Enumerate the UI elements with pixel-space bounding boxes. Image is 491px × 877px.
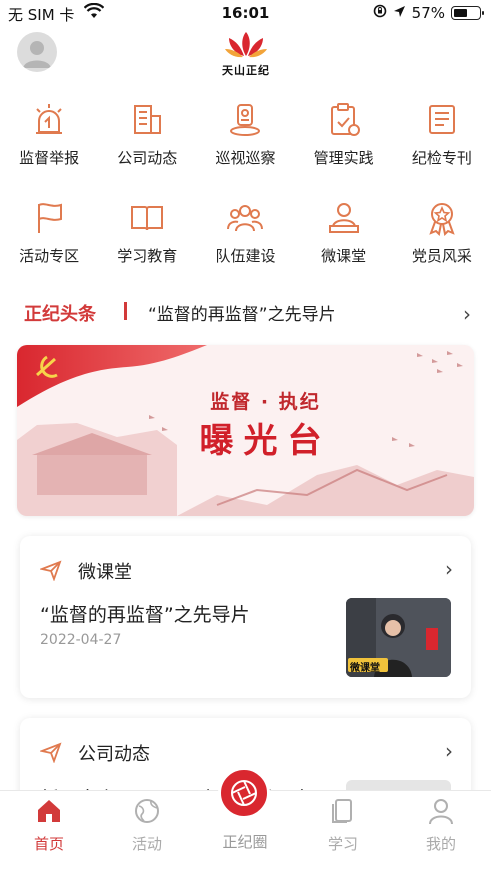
headline-tag: 正纪头条 [24,304,96,325]
menu-item-activity[interactable]: 活动专区 [0,194,98,292]
menu-label: 活动专区 [19,247,80,265]
app-logo: 天山正纪 [218,28,274,78]
banner-title: 曝光台 [199,421,332,461]
headline-text[interactable]: “监督的再监督”之先导片 [148,300,336,325]
menu-item-inspection[interactable]: 巡视巡察 [196,96,294,194]
lecturer-icon [328,203,359,233]
clipboard-check-icon [330,103,360,136]
card-header[interactable]: 公司动态 › [20,738,471,766]
chevron-right-icon[interactable]: › [445,739,453,763]
home-icon [38,800,60,822]
tab-label: 首页 [33,835,64,853]
building-icon [134,105,162,134]
status-bar: 无 SIM 卡 16:01 57% [0,0,491,28]
menu-item-education[interactable]: 学习教育 [98,194,196,292]
menu-item-management[interactable]: 管理实践 [295,96,393,194]
flag-icon [38,203,63,233]
banner-subtitle: 监督 · 执纪 [210,391,321,413]
aperture-icon [231,780,257,806]
menu-label: 学习教育 [117,247,178,265]
user-silhouette-icon [23,41,51,68]
battery-icon [451,6,484,20]
menu-label: 党员风采 [411,247,472,265]
inspector-icon [230,104,261,136]
battery-percent: 57% [411,4,445,22]
tab-label: 我的 [425,835,456,853]
globe-icon [135,799,159,823]
card-header[interactable]: 微课堂 › [20,556,471,584]
tab-activity[interactable]: 活动 [98,791,196,877]
book-icon [332,799,352,823]
tab-label: 活动 [131,835,162,853]
exposure-banner[interactable]: 监督 · 执纪 曝光台 [17,345,474,516]
headline-divider [124,302,127,320]
menu-label: 管理实践 [313,149,374,167]
menu-item-micro-class[interactable]: 微课堂 [295,194,393,292]
header: 天山正纪 [0,28,491,80]
menu-label: 队伍建设 [215,247,276,265]
headline-bar[interactable]: 正纪头条 “监督的再监督”之先导片 › [0,292,491,332]
tab-mine[interactable]: 我的 [392,791,490,877]
person-icon [429,799,453,825]
menu-label: 巡视巡察 [215,149,276,167]
tab-study[interactable]: 学习 [294,791,392,877]
lotus-logo-icon [225,32,267,58]
menu-grid: 监督举报 公司动态 巡视巡察 管理实践 纪检专刊 活动专区 学习教育 队伍建设 … [0,96,491,292]
book-icon [131,206,164,231]
menu-label: 微课堂 [321,247,367,265]
article-title[interactable]: “监督的再监督”之先导片 [40,600,250,627]
menu-row-2: 活动专区 学习教育 队伍建设 微课堂 党员风采 [0,194,491,292]
logo-text: 天山正纪 [222,64,270,77]
tab-label: 正纪圈 [222,833,268,851]
journal-icon [428,105,455,134]
thumbnail-caption: 微课堂 [350,663,380,674]
menu-label: 监督举报 [19,149,80,167]
avatar[interactable] [17,32,57,72]
menu-item-journal[interactable]: 纪检专刊 [393,96,491,194]
menu-label: 纪检专刊 [411,149,472,167]
orientation-lock-icon [373,4,387,22]
paper-plane-icon [38,559,62,585]
chevron-right-icon[interactable]: › [463,302,471,326]
tab-circle[interactable]: 正纪圈 [196,767,294,877]
menu-item-team[interactable]: 队伍建设 [196,194,294,292]
article-date: 2022-04-27 [40,632,122,648]
location-icon [393,4,406,22]
medal-icon [429,203,455,236]
team-icon [227,205,264,232]
chevron-right-icon[interactable]: › [445,557,453,581]
center-action-button[interactable] [218,767,270,819]
tab-bar: 首页 活动 正纪圈 学习 我的 [0,767,491,877]
card-title: 微课堂 [78,562,132,583]
alarm-icon [36,104,63,134]
menu-label: 公司动态 [117,149,178,167]
menu-item-company-news[interactable]: 公司动态 [98,96,196,194]
paper-plane-icon [38,741,62,767]
tab-label: 学习 [327,835,358,853]
micro-class-card[interactable]: 微课堂 › “监督的再监督”之先导片 2022-04-27 微课堂 [20,536,471,698]
menu-item-report[interactable]: 监督举报 [0,96,98,194]
card-title: 公司动态 [78,744,150,765]
menu-row-1: 监督举报 公司动态 巡视巡察 管理实践 纪检专刊 [0,96,491,194]
tab-home[interactable]: 首页 [0,791,98,877]
menu-item-member-style[interactable]: 党员风采 [393,194,491,292]
video-thumbnail[interactable]: 微课堂 [346,598,451,677]
